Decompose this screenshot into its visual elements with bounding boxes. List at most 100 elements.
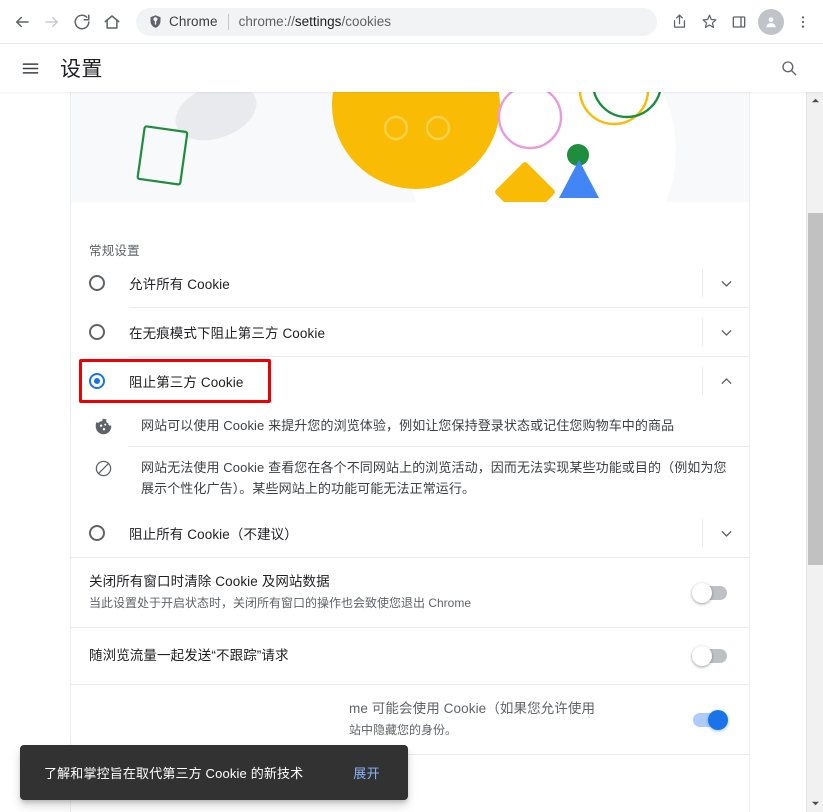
scrollbar-up-button[interactable] (807, 92, 823, 109)
toggle-title-clear-cookies-on-close: 关闭所有窗口时清除 Cookie 及网站数据 (89, 574, 330, 589)
radio-label-block-third-party-incognito: 在无痕模式下阻止第三方 Cookie (129, 326, 326, 341)
toggle-knob (708, 709, 728, 730)
radio-button-allow-all-cookies[interactable] (89, 275, 105, 291)
row-right-actions (702, 308, 749, 356)
arrow-left-icon (16, 16, 29, 27)
browser-actions (665, 8, 817, 36)
forward-button[interactable] (38, 8, 66, 36)
row-right-actions (702, 357, 749, 405)
omnibox-separator (227, 13, 229, 30)
site-identity-chip[interactable]: Chrome (148, 14, 218, 29)
address-bar[interactable]: Chrome chrome://settings/cookies (136, 7, 657, 36)
chevron-down-icon (721, 530, 731, 537)
blocked-icon-wrap (89, 457, 117, 478)
cookie-icon-wrap (89, 415, 117, 436)
toggle-switch-preload-pages[interactable] (693, 709, 728, 730)
url-path: /cookies (341, 14, 391, 29)
blocked-circle-icon (95, 460, 111, 477)
site-identity-label: Chrome (169, 14, 218, 29)
radio-button-block-all-cookies[interactable] (89, 525, 105, 541)
scrollbar-thumb[interactable] (808, 213, 823, 565)
back-button[interactable] (8, 8, 36, 36)
toggle-row-preload-pages[interactable]: me 可能会使用 Cookie（如果您允许使用 站中隐藏您的身份。 (71, 685, 749, 754)
toggle-title-do-not-track: 随浏览流量一起发送“不跟踪”请求 (89, 648, 289, 663)
three-dot-menu-icon (801, 15, 805, 28)
reload-icon (74, 14, 90, 29)
side-panel-icon (732, 15, 746, 28)
reload-button[interactable] (68, 8, 96, 36)
toggle-subtitle-clear-cookies-on-close: 当此设置处于开启状态时，关闭所有窗口的操作也会致使您退出 Chrome (89, 596, 472, 610)
radio-row-block-all-cookies[interactable]: 阻止所有 Cookie（不建议） (71, 509, 749, 557)
share-button[interactable] (665, 8, 693, 36)
toggle-row-do-not-track[interactable]: 随浏览流量一起发送“不跟踪”请求 (71, 628, 749, 684)
chevron-down-icon (721, 329, 731, 336)
settings-scroll-region: 常规设置 允许所有 Cookie 在无痕模式下阻止第三方 Cookie 阻止第三… (0, 92, 806, 812)
toast-message: 了解和掌控旨在取代第三方 Cookie 的新技术 (44, 766, 304, 781)
toggle-knob (692, 582, 712, 603)
radio-row-block-third-party-incognito[interactable]: 在无痕模式下阻止第三方 Cookie (71, 308, 749, 356)
scroll-down-arrow-icon (811, 801, 820, 806)
toggle-row-clear-cookies-on-close[interactable]: 关闭所有窗口时清除 Cookie 及网站数据 当此设置处于开启状态时，关闭所有窗… (71, 558, 749, 627)
browser-toolbar: Chrome chrome://settings/cookies (0, 0, 823, 44)
hamburger-menu-icon (22, 62, 38, 74)
scrollbar-down-button[interactable] (807, 795, 823, 812)
settings-menu-button[interactable] (18, 56, 42, 80)
settings-header: 设置 (0, 44, 823, 92)
toggle-texts: 随浏览流量一起发送“不跟踪”请求 (89, 646, 693, 666)
row-right-actions (702, 509, 749, 557)
expand-button-block-third-party-incognito[interactable] (703, 308, 749, 356)
radio-button-block-third-party-incognito[interactable] (89, 324, 105, 340)
search-icon (782, 61, 797, 76)
radio-label-allow-all-cookies: 允许所有 Cookie (129, 277, 230, 292)
scroll-up-arrow-icon (811, 98, 820, 103)
toggle-texts: me 可能会使用 Cookie（如果您允许使用 站中隐藏您的身份。 (89, 699, 693, 740)
side-panel-button[interactable] (725, 8, 753, 36)
settings-search-button[interactable] (777, 56, 801, 80)
collapse-button-block-third-party[interactable] (703, 357, 749, 405)
expanded-details-block: 网站可以使用 Cookie 来提升您的浏览体验，例如让您保持登录状态或记住您购物… (71, 405, 749, 509)
toggle-switch-clear-cookies-on-close[interactable] (692, 582, 727, 603)
radio-row-allow-all-cookies[interactable]: 允许所有 Cookie (71, 259, 749, 307)
detail-row-cookie-restriction: 网站无法使用 Cookie 查看您在各个不同网站上的浏览活动，因而无法实现某些功… (89, 447, 749, 509)
radio-button-block-third-party[interactable] (89, 373, 105, 389)
url-prefix: chrome:// (238, 14, 295, 29)
detail-text-cookie-benefit: 网站可以使用 Cookie 来提升您的浏览体验，例如让您保持登录状态或记住您购物… (141, 418, 675, 433)
url-host: settings (294, 14, 342, 29)
cookies-hero-banner (71, 92, 749, 202)
detail-text-cookie-restriction: 网站无法使用 Cookie 查看您在各个不同网站上的浏览活动，因而无法实现某些功… (141, 460, 727, 496)
toggle-title-preload-pages: me 可能会使用 Cookie（如果您允许使用 (349, 701, 596, 716)
radio-row-block-third-party[interactable]: 阻止第三方 Cookie (71, 357, 749, 405)
chevron-down-icon (721, 280, 731, 287)
bookmark-button[interactable] (695, 8, 723, 36)
arrow-right-icon (45, 16, 58, 27)
expand-button-block-all-cookies[interactable] (703, 509, 749, 557)
cookie-icon (95, 418, 111, 435)
chrome-menu-button[interactable] (789, 8, 817, 36)
avatar-person-icon (766, 16, 776, 27)
profile-avatar[interactable] (758, 8, 784, 35)
privacy-sandbox-toast: 了解和掌控旨在取代第三方 Cookie 的新技术 展开 (20, 745, 408, 800)
toggle-texts: 关闭所有窗口时清除 Cookie 及网站数据 当此设置处于开启状态时，关闭所有窗… (89, 572, 693, 613)
home-button[interactable] (98, 8, 126, 36)
page-title: 设置 (60, 58, 103, 81)
navigation-buttons (8, 8, 126, 36)
toggle-switch-do-not-track[interactable] (692, 646, 727, 666)
hero-illustration (136, 92, 676, 202)
section-title-general: 常规设置 (89, 244, 140, 258)
radio-label-block-third-party: 阻止第三方 Cookie (129, 375, 244, 390)
share-icon (673, 14, 685, 28)
home-icon (104, 14, 120, 29)
radio-label-block-all-cookies: 阻止所有 Cookie（不建议） (129, 527, 298, 542)
toggle-subtitle-preload-pages: 站中隐藏您的身份。 (349, 723, 458, 737)
star-icon (702, 14, 716, 29)
url-text: chrome://settings/cookies (239, 14, 391, 29)
toggle-knob (692, 646, 712, 666)
detail-row-cookie-benefit: 网站可以使用 Cookie 来提升您的浏览体验，例如让您保持登录状态或记住您购物… (89, 405, 749, 446)
row-right-actions (702, 259, 749, 307)
vertical-scrollbar[interactable] (806, 92, 823, 812)
chevron-up-icon (721, 377, 731, 384)
cookies-settings-card: 常规设置 允许所有 Cookie 在无痕模式下阻止第三方 Cookie 阻止第三… (70, 92, 750, 812)
toast-expand-button[interactable]: 展开 (353, 763, 380, 782)
expand-button-allow-all-cookies[interactable] (703, 259, 749, 307)
chrome-shield-icon (150, 15, 161, 28)
